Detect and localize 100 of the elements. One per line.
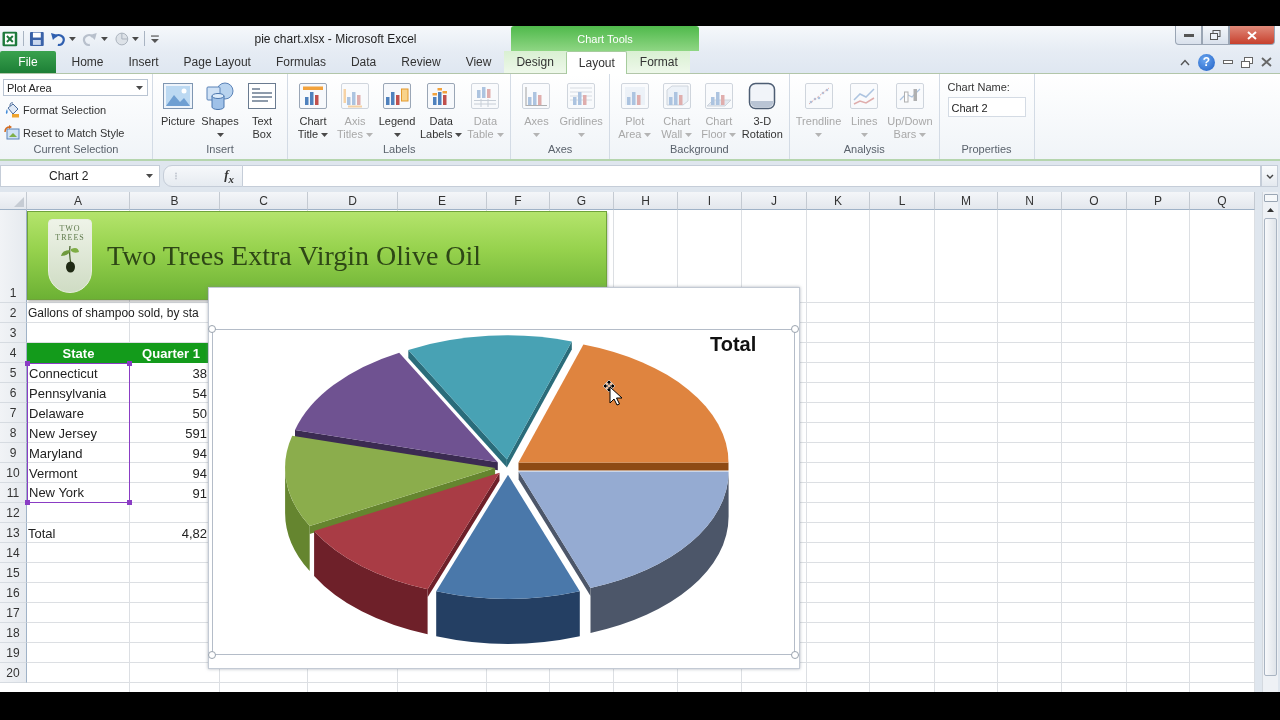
close-button[interactable]: [1229, 26, 1275, 45]
range-handle-icon[interactable]: [25, 361, 30, 366]
spreadsheet-app-icon[interactable]: [2, 30, 18, 47]
file-tab[interactable]: File: [0, 51, 56, 73]
minimize-icon[interactable]: [1223, 60, 1233, 64]
table-cell: Maryland: [27, 443, 130, 463]
pie-slice[interactable]: [436, 474, 580, 644]
expand-formula-bar-button[interactable]: [1261, 165, 1278, 187]
restore-button[interactable]: [1202, 26, 1229, 45]
undo-icon[interactable]: [50, 30, 67, 47]
customize-icon[interactable]: [150, 32, 160, 45]
chart-area[interactable]: Total: [208, 287, 800, 669]
row-header[interactable]: 5: [0, 363, 27, 383]
name-box[interactable]: Chart 2: [0, 165, 160, 187]
ribbon-tab[interactable]: Design: [503, 51, 567, 73]
insert-function-button[interactable]: f$_{x}$: [222, 167, 236, 185]
row-header[interactable]: 14: [0, 543, 27, 563]
chart-name-field[interactable]: Chart 2: [947, 97, 1026, 117]
row-header[interactable]: 18: [0, 623, 27, 643]
table-cell: 591: [185, 425, 207, 441]
row-header[interactable]: 9: [0, 443, 27, 463]
row-header[interactable]: 3: [0, 323, 27, 343]
column-header[interactable]: J: [742, 192, 807, 210]
ribbon-button[interactable]: Data Labels: [418, 74, 465, 141]
row-header[interactable]: 17: [0, 603, 27, 623]
ribbon-tab[interactable]: Format: [627, 51, 691, 73]
pie-slice[interactable]: [408, 335, 572, 468]
ribbon-tab[interactable]: Review: [388, 51, 454, 73]
range-handle-icon[interactable]: [127, 500, 132, 505]
restore-icon[interactable]: [1241, 56, 1253, 68]
ribbon-button[interactable]: Text Box: [241, 74, 283, 141]
scrollbar-thumb[interactable]: [1264, 218, 1277, 676]
table-cell: 94: [192, 465, 207, 481]
row-header[interactable]: 13: [0, 523, 27, 543]
chart-element-dropdown[interactable]: Plot Area: [3, 79, 148, 96]
row-header[interactable]: 1: [0, 210, 27, 303]
column-header[interactable]: A: [27, 192, 130, 210]
ribbon-button[interactable]: Chart Title: [292, 74, 334, 141]
column-header[interactable]: K: [807, 192, 870, 210]
row-header[interactable]: 15: [0, 563, 27, 583]
ribbon-button[interactable]: 3-D Rotation: [739, 74, 785, 141]
row-header[interactable]: 11: [0, 483, 27, 503]
column-header[interactable]: D: [308, 192, 398, 210]
selection-handle-icon[interactable]: [208, 651, 216, 659]
ribbon-tab[interactable]: Page Layout: [171, 51, 264, 73]
row-header[interactable]: 12: [0, 503, 27, 523]
column-header[interactable]: P: [1127, 192, 1190, 210]
column-header[interactable]: I: [678, 192, 742, 210]
table-cell: 54: [192, 385, 207, 401]
ribbon-tab[interactable]: View: [453, 51, 504, 73]
row-header[interactable]: 2: [0, 303, 27, 323]
selection-handle-icon[interactable]: [208, 325, 216, 333]
row-header[interactable]: 7: [0, 403, 27, 423]
group-label: Labels: [382, 142, 417, 157]
ribbon-tab[interactable]: Insert: [116, 51, 172, 73]
move-cursor-icon: [603, 380, 623, 406]
formula-field[interactable]: [243, 165, 1261, 187]
column-header[interactable]: B: [130, 192, 220, 210]
pie-slice[interactable]: [518, 471, 729, 633]
column-header[interactable]: Q: [1190, 192, 1255, 210]
save-icon[interactable]: [28, 30, 45, 47]
column-header[interactable]: O: [1062, 192, 1127, 210]
column-header[interactable]: N: [998, 192, 1062, 210]
row-header[interactable]: 8: [0, 423, 27, 443]
ribbon-command[interactable]: Format Selection: [4, 101, 148, 119]
group-label: Background: [668, 142, 730, 157]
vertical-scrollbar[interactable]: [1262, 192, 1278, 692]
row-header[interactable]: 6: [0, 383, 27, 403]
column-header[interactable]: F: [487, 192, 550, 210]
column-header[interactable]: H: [614, 192, 678, 210]
selection-handle-icon[interactable]: [791, 325, 799, 333]
selection-handle-icon[interactable]: [791, 651, 799, 659]
ribbon-command[interactable]: Reset to Match Style: [4, 124, 148, 142]
row-header[interactable]: 4: [0, 343, 27, 363]
ribbon-tab[interactable]: Home: [59, 51, 116, 73]
column-header[interactable]: M: [935, 192, 998, 210]
range-handle-icon[interactable]: [25, 500, 30, 505]
minimize-button[interactable]: [1175, 26, 1202, 45]
range-handle-icon[interactable]: [127, 361, 132, 366]
row-header[interactable]: 16: [0, 583, 27, 603]
row-header[interactable]: 20: [0, 663, 27, 683]
chart-title[interactable]: Total: [710, 333, 757, 356]
column-header[interactable]: G: [550, 192, 614, 210]
column-header[interactable]: L: [870, 192, 935, 210]
ribbon-button[interactable]: Picture: [157, 74, 199, 128]
ribbon-button[interactable]: Legend: [376, 74, 418, 141]
row-header[interactable]: 10: [0, 463, 27, 483]
table-cell: Connecticut: [27, 363, 130, 383]
ribbon-tab[interactable]: Layout: [566, 51, 628, 74]
row-header[interactable]: 19: [0, 643, 27, 663]
collapse-ribbon-icon[interactable]: [1180, 58, 1190, 66]
ribbon-tab[interactable]: Data: [338, 51, 389, 73]
pie-slice[interactable]: [285, 435, 496, 572]
close-icon[interactable]: [1261, 57, 1272, 67]
column-header[interactable]: C: [220, 192, 308, 210]
column-header[interactable]: E: [398, 192, 487, 210]
ribbon-button[interactable]: Shapes: [199, 74, 241, 141]
pie-slice[interactable]: [314, 472, 500, 635]
ribbon-tab[interactable]: Formulas: [263, 51, 339, 73]
pie-slice[interactable]: [295, 352, 498, 471]
